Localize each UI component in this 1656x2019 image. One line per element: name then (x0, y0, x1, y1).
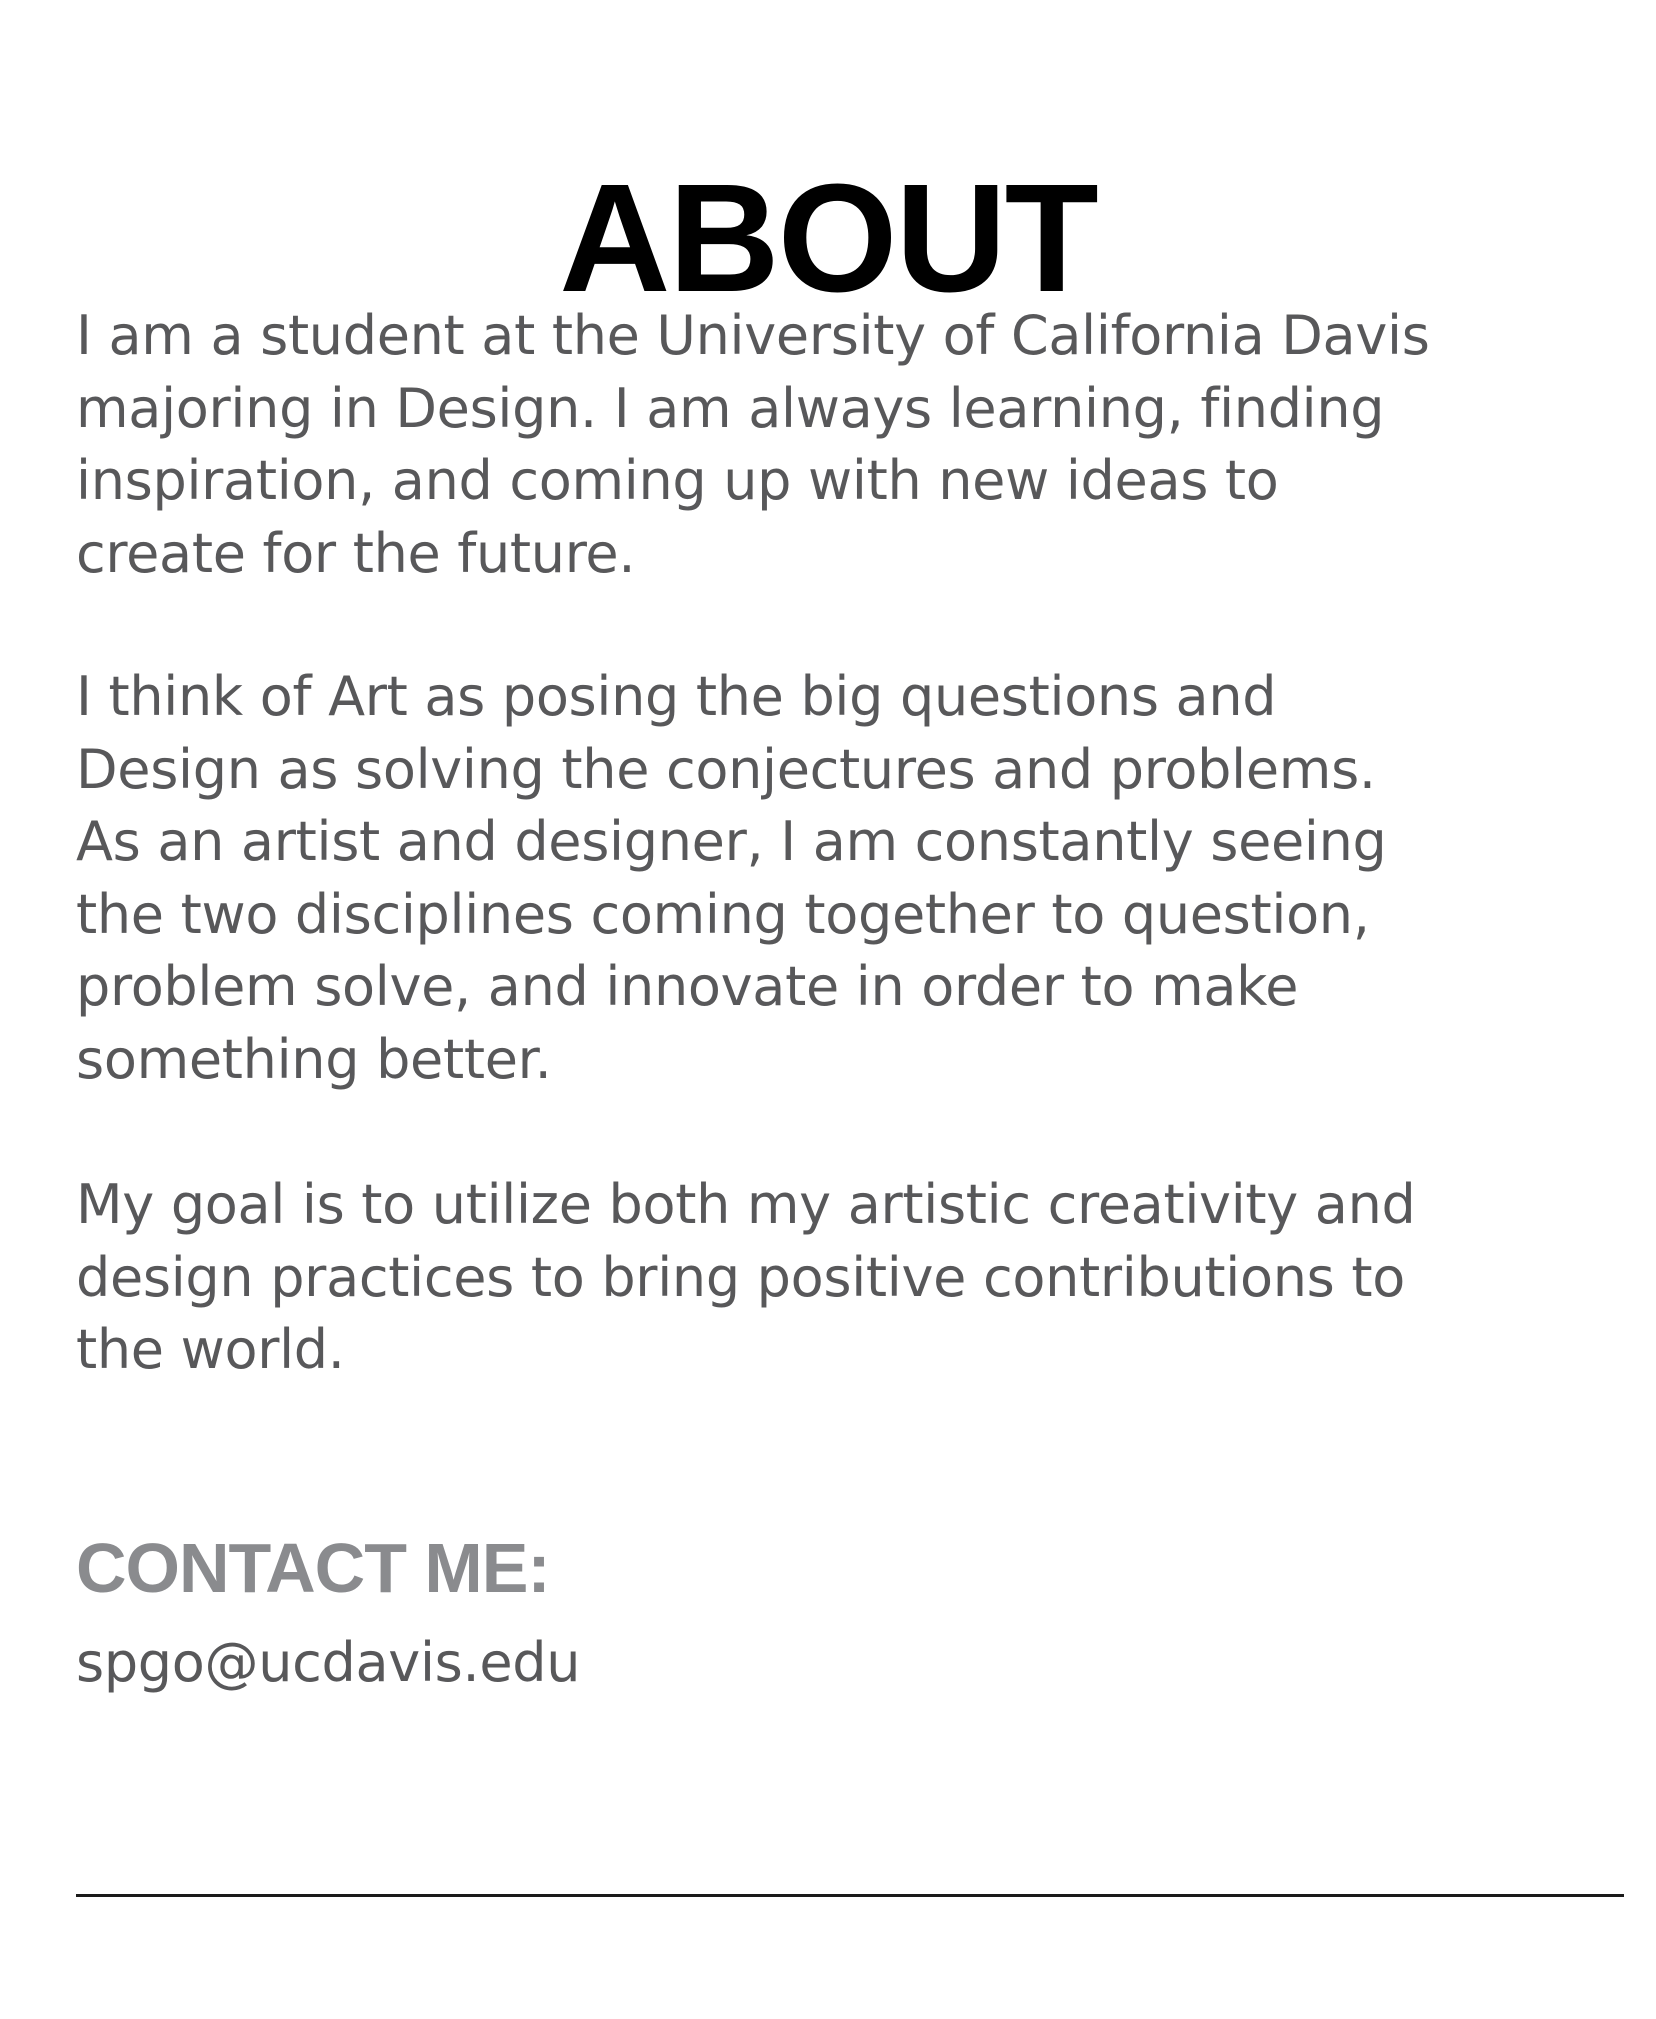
goal-paragraph-line: design practices to bring positive contr… (76, 1245, 1405, 1309)
philosophy-paragraph-line: As an artist and designer, I am constant… (76, 810, 1387, 873)
page-title: ABOUT (559, 152, 1099, 325)
divider (76, 1894, 1624, 1897)
philosophy-paragraph-line: the two disciplines coming together to q… (76, 882, 1370, 946)
about-page: ABOUT I am a student at the University o… (0, 0, 1656, 2019)
intro-paragraph-line: inspiration, and coming up with new idea… (76, 449, 1279, 512)
goal-paragraph-line: the world. (76, 1318, 345, 1381)
intro-paragraph-line: I am a student at the University of Cali… (76, 304, 1430, 367)
intro-paragraph: I am a student at the University of Cali… (76, 300, 1636, 590)
intro-paragraph-line: majoring in Design. I am always learning… (76, 376, 1385, 440)
philosophy-paragraph-line: Design as solving the conjectures and pr… (76, 737, 1376, 801)
philosophy-paragraph-line: I think of Art as posing the big questio… (76, 665, 1277, 728)
intro-paragraph-line: create for the future. (76, 521, 636, 585)
goal-paragraph-line: My goal is to utilize both my artistic c… (76, 1173, 1416, 1236)
philosophy-paragraph: I think of Art as posing the big questio… (76, 661, 1636, 1096)
goal-paragraph: My goal is to utilize both my artistic c… (76, 1169, 1636, 1387)
philosophy-paragraph-line: something better. (76, 1027, 552, 1091)
philosophy-paragraph-line: problem solve, and innovate in order to … (76, 955, 1299, 1018)
contact-heading: CONTACT ME: (76, 1529, 551, 1608)
email-link[interactable]: spgo@ucdavis.edu (76, 1627, 581, 1699)
